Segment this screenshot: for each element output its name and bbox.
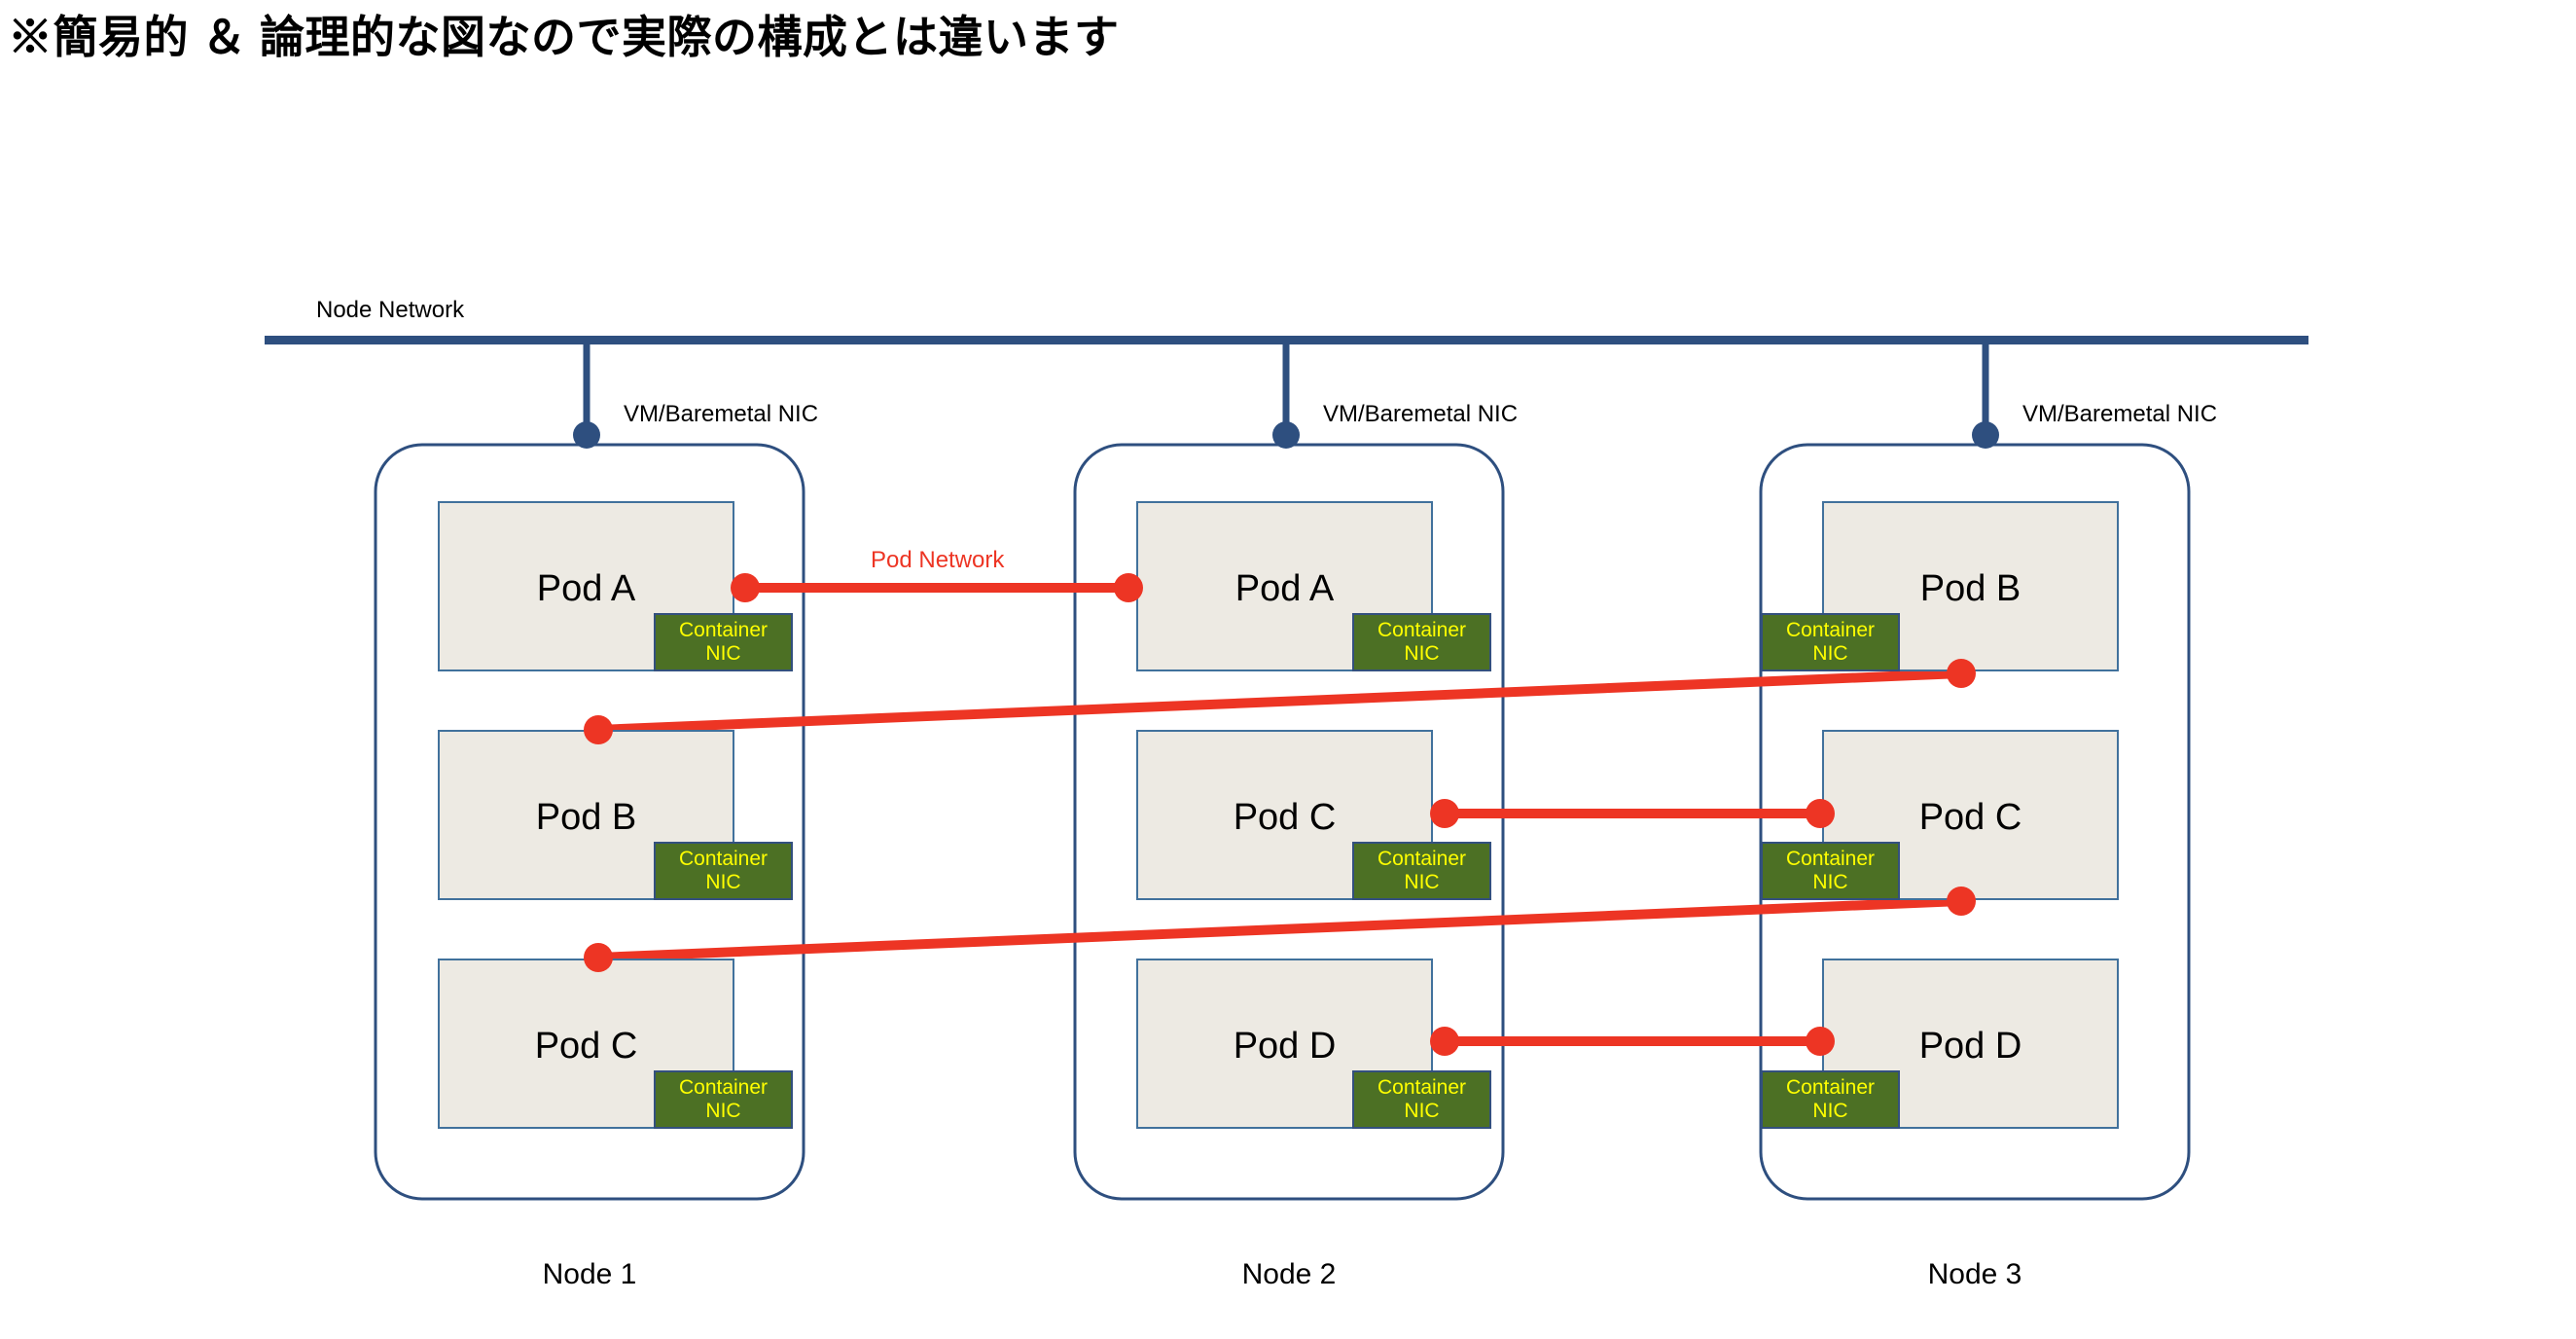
node-caption-3: Node 3 [1927,1258,2022,1290]
container-nic-node3-pod-b[interactable]: Container NIC [1761,613,1900,671]
container-nic-line1: Container [678,1076,769,1100]
container-nic-line1: Container [1377,1076,1467,1100]
pod-label-node2-pod-c: Pod C [1233,797,1337,838]
container-nic-node3-pod-d[interactable]: Container NIC [1761,1070,1900,1129]
container-nic-node1-pod-b[interactable]: Container NIC [654,842,793,900]
node-network-label: Node Network [316,297,465,323]
container-nic-line1: Container [678,848,769,871]
vm-nic-label-1: VM/Baremetal NIC [624,401,819,427]
container-nic-node2-pod-a[interactable]: Container NIC [1352,613,1491,671]
container-nic-line2: NIC [705,871,741,893]
pod-label-node3-pod-c: Pod C [1918,797,2022,838]
pod-label-node3-pod-b: Pod B [1919,568,2021,609]
node-caption-2: Node 2 [1241,1258,1337,1290]
node-caption-1: Node 1 [542,1258,637,1290]
container-nic-node2-pod-c[interactable]: Container NIC [1352,842,1491,900]
pod-label-node1-pod-a: Pod A [536,568,636,609]
container-nic-line2: NIC [1404,642,1440,665]
container-nic-line2: NIC [1812,1100,1848,1122]
container-nic-line1: Container [678,619,769,642]
pod-network-label: Pod Network [871,547,1005,573]
container-nic-line2: NIC [705,642,741,665]
container-nic-line2: NIC [1812,642,1848,665]
vm-nic-label-2: VM/Baremetal NIC [1323,401,1519,427]
container-nic-node1-pod-c[interactable]: Container NIC [654,1070,793,1129]
container-nic-line1: Container [1785,619,1876,642]
container-nic-node2-pod-d[interactable]: Container NIC [1352,1070,1491,1129]
container-nic-node3-pod-c[interactable]: Container NIC [1761,842,1900,900]
container-nic-line1: Container [1785,1076,1876,1100]
pod-label-node2-pod-a: Pod A [1234,568,1335,609]
diagram-canvas: ※簡易的 ＆ 論理的な図なので実際の構成とは違います Node Network … [0,0,2576,1339]
pod-label-node1-pod-b: Pod B [535,797,637,838]
container-nic-line1: Container [1785,848,1876,871]
pod-label-node2-pod-d: Pod D [1233,1026,1337,1067]
container-nic-line2: NIC [705,1100,741,1122]
container-nic-line2: NIC [1404,1100,1440,1122]
container-nic-line2: NIC [1812,871,1848,893]
container-nic-node1-pod-a[interactable]: Container NIC [654,613,793,671]
container-nic-line1: Container [1377,619,1467,642]
pod-label-node3-pod-d: Pod D [1918,1026,2022,1067]
container-nic-line2: NIC [1404,871,1440,893]
vm-nic-label-3: VM/Baremetal NIC [2022,401,2218,427]
pod-label-node1-pod-c: Pod C [534,1026,638,1067]
container-nic-line1: Container [1377,848,1467,871]
